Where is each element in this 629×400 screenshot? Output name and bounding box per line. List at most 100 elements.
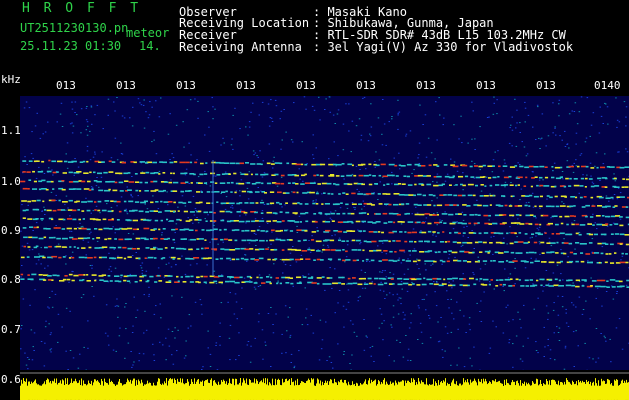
noise-speck bbox=[362, 200, 365, 202]
noise-speck bbox=[44, 267, 46, 269]
signal-trace-segment bbox=[467, 261, 472, 263]
noise-speck bbox=[270, 366, 272, 367]
noise-speck bbox=[516, 109, 518, 111]
noise-speck bbox=[143, 99, 145, 101]
spectrum-bar bbox=[497, 381, 498, 400]
signal-trace-segment bbox=[304, 163, 308, 166]
noise-speck bbox=[463, 315, 465, 317]
spectrum-bar bbox=[183, 383, 184, 400]
signal-trace-segment bbox=[177, 280, 180, 283]
spectrum-bar bbox=[39, 385, 40, 400]
noise-speck bbox=[489, 193, 491, 195]
noise-speck bbox=[223, 142, 225, 144]
spectrum-bar bbox=[479, 381, 480, 400]
signal-trace-segment bbox=[619, 243, 623, 245]
noise-speck bbox=[319, 119, 321, 121]
noise-speck bbox=[207, 330, 209, 332]
signal-trace-segment bbox=[47, 275, 52, 277]
spectrum-bar bbox=[259, 382, 260, 400]
noise-speck bbox=[207, 214, 209, 216]
noise-speck bbox=[257, 187, 259, 188]
signal-trace-segment bbox=[335, 183, 340, 186]
noise-speck bbox=[54, 293, 57, 295]
signal-trace-segment bbox=[614, 223, 619, 225]
signal-trace-segment bbox=[553, 284, 559, 287]
signal-trace-segment bbox=[484, 185, 487, 187]
noise-speck bbox=[413, 248, 416, 250]
noise-speck bbox=[176, 350, 178, 352]
noise-speck bbox=[35, 263, 38, 265]
signal-trace-segment bbox=[564, 215, 570, 218]
spectrum-bar bbox=[177, 378, 178, 400]
noise-speck bbox=[65, 350, 67, 352]
noise-speck bbox=[230, 144, 233, 146]
noise-speck bbox=[158, 116, 161, 118]
spectrum-bar bbox=[157, 381, 158, 400]
signal-trace-segment bbox=[97, 200, 102, 203]
signal-trace-segment bbox=[295, 249, 302, 251]
spectrum-bar bbox=[86, 385, 87, 400]
noise-speck bbox=[212, 106, 214, 108]
signal-trace-segment bbox=[144, 181, 148, 184]
spectrum-bar bbox=[61, 383, 62, 400]
noise-speck bbox=[514, 98, 516, 100]
noise-speck bbox=[87, 125, 89, 127]
spectrum-bar bbox=[36, 383, 37, 400]
signal-trace-segment bbox=[444, 204, 450, 206]
spectrum-bar bbox=[325, 380, 326, 400]
noise-speck bbox=[447, 299, 449, 300]
signal-trace-segment bbox=[108, 188, 111, 191]
signal-trace-segment bbox=[266, 162, 271, 165]
signal-trace-segment bbox=[378, 203, 383, 205]
signal-trace-segment bbox=[530, 185, 533, 188]
noise-speck bbox=[355, 125, 358, 127]
signal-trace-segment bbox=[358, 230, 363, 232]
signal-trace-segment bbox=[292, 182, 296, 184]
signal-trace-segment bbox=[399, 231, 403, 233]
noise-speck bbox=[257, 286, 260, 287]
noise-speck bbox=[165, 263, 168, 265]
spectrum-bar bbox=[348, 381, 349, 400]
spectrum-bar bbox=[498, 381, 499, 400]
noise-speck bbox=[120, 153, 123, 154]
signal-trace-segment bbox=[101, 246, 108, 248]
signal-trace-segment bbox=[213, 212, 216, 214]
spectrum-bar bbox=[132, 380, 133, 400]
spectrum-bar bbox=[84, 383, 85, 400]
noise-speck bbox=[240, 308, 243, 310]
signal-trace-segment bbox=[280, 229, 283, 232]
spectrum-bar bbox=[433, 378, 434, 400]
signal-trace-segment bbox=[388, 240, 391, 243]
signal-trace-segment bbox=[111, 257, 117, 260]
noise-speck bbox=[360, 134, 363, 136]
noise-speck bbox=[451, 312, 453, 314]
noise-speck bbox=[473, 248, 475, 249]
signal-trace-segment bbox=[580, 260, 585, 263]
noise-speck bbox=[308, 240, 310, 241]
noise-speck bbox=[181, 255, 183, 257]
signal-trace-segment bbox=[373, 283, 376, 285]
noise-speck bbox=[480, 321, 483, 322]
signal-trace-segment bbox=[375, 221, 381, 223]
spectrum-bar bbox=[361, 384, 362, 400]
signal-trace-segment bbox=[287, 182, 291, 184]
noise-speck bbox=[564, 146, 567, 147]
signal-trace-segment bbox=[533, 215, 536, 218]
spectrum-bar bbox=[54, 378, 55, 400]
signal-trace-segment bbox=[581, 165, 587, 168]
signal-trace-segment bbox=[580, 177, 584, 180]
noise-speck bbox=[561, 296, 564, 297]
noise-speck bbox=[290, 139, 293, 141]
spectrum-bar bbox=[391, 383, 392, 400]
noise-speck bbox=[328, 158, 330, 160]
signal-trace-segment bbox=[108, 160, 112, 163]
signal-trace-segment bbox=[83, 188, 90, 190]
noise-speck bbox=[267, 313, 270, 314]
noise-speck bbox=[592, 183, 595, 185]
spectrum-bar bbox=[493, 380, 494, 400]
signal-trace-segment bbox=[568, 242, 573, 245]
signal-trace-segment bbox=[258, 257, 264, 260]
signal-trace-segment bbox=[123, 172, 129, 175]
signal-trace-segment bbox=[221, 173, 225, 175]
signal-trace-segment bbox=[172, 190, 178, 192]
